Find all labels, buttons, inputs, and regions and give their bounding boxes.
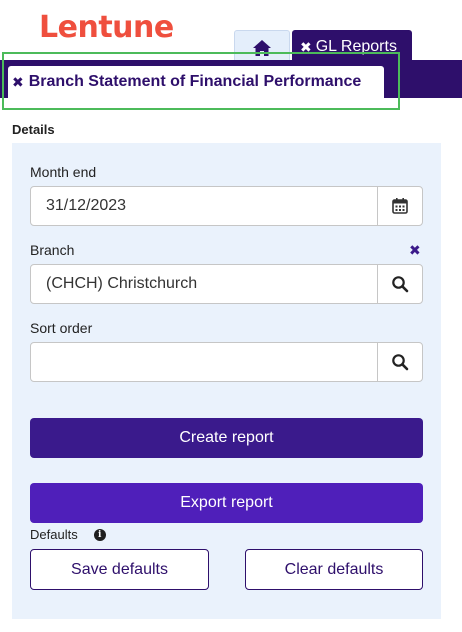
branch-search-button[interactable] xyxy=(377,265,422,303)
search-icon xyxy=(392,276,409,293)
clear-defaults-button[interactable]: Clear defaults xyxy=(245,549,423,590)
branch-input[interactable]: (CHCH) Christchurch xyxy=(31,265,377,303)
calendar-icon xyxy=(392,198,408,214)
defaults-label-text: Defaults xyxy=(30,527,78,542)
defaults-label: Defaults i xyxy=(30,527,106,542)
clear-branch-icon[interactable]: ✖ xyxy=(409,242,421,259)
close-icon[interactable]: ✖ xyxy=(300,39,312,56)
details-heading: Details xyxy=(12,122,55,137)
sort-order-input[interactable] xyxy=(31,343,377,381)
tab-branch-statement[interactable]: ✖ Branch Statement of Financial Performa… xyxy=(8,66,384,98)
date-picker-button[interactable] xyxy=(377,187,422,225)
sort-order-label: Sort order xyxy=(30,320,93,336)
sort-order-field[interactable] xyxy=(30,342,423,382)
home-icon xyxy=(253,39,271,56)
lentune-logo: Lentune xyxy=(39,10,174,45)
month-end-field[interactable]: 31/12/2023 xyxy=(30,186,423,226)
sort-order-search-button[interactable] xyxy=(377,343,422,381)
home-tab[interactable] xyxy=(234,30,290,64)
search-icon xyxy=(392,354,409,371)
close-icon[interactable]: ✖ xyxy=(12,74,24,91)
tab-gl-reports[interactable]: ✖ GL Reports xyxy=(292,30,412,64)
info-icon[interactable]: i xyxy=(93,528,106,541)
month-end-input[interactable]: 31/12/2023 xyxy=(31,187,377,225)
create-report-button[interactable]: Create report xyxy=(30,418,423,458)
export-report-button[interactable]: Export report xyxy=(30,483,423,523)
save-defaults-button[interactable]: Save defaults xyxy=(30,549,209,590)
tab-gl-reports-label: GL Reports xyxy=(315,38,397,55)
branch-label: Branch xyxy=(30,242,75,258)
branch-field[interactable]: (CHCH) Christchurch xyxy=(30,264,423,304)
month-end-label: Month end xyxy=(30,164,97,180)
tab-branch-statement-label: Branch Statement of Financial Performanc… xyxy=(28,73,362,90)
